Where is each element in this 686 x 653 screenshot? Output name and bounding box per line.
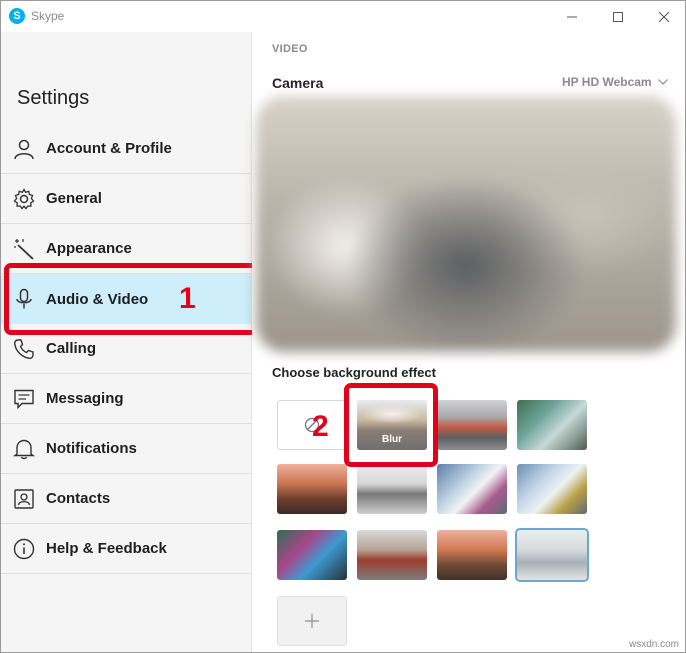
close-button[interactable] bbox=[641, 1, 685, 32]
sidebar-item-label: Contacts bbox=[46, 490, 111, 507]
background-street-2-option[interactable] bbox=[437, 530, 507, 580]
skype-window: S Skype Settings Account & Profile Gener… bbox=[0, 0, 686, 653]
sidebar-item-label: Help & Feedback bbox=[46, 540, 167, 557]
info-icon bbox=[12, 537, 36, 561]
sidebar-item-label: Notifications bbox=[46, 440, 137, 457]
title-bar: S Skype bbox=[1, 1, 685, 32]
sidebar-item-appearance[interactable]: Appearance bbox=[1, 224, 251, 274]
background-blur-option[interactable]: Blur bbox=[357, 400, 427, 450]
section-title-video: VIDEO bbox=[272, 43, 308, 55]
sidebar-item-label: Appearance bbox=[46, 240, 132, 257]
background-room-1-option[interactable] bbox=[357, 464, 427, 514]
window-title: Skype bbox=[31, 9, 65, 23]
sidebar-item-general[interactable]: General bbox=[1, 174, 251, 224]
annotation-number-1: 1 bbox=[179, 282, 196, 315]
background-office-1-option[interactable] bbox=[437, 400, 507, 450]
camera-preview bbox=[256, 96, 676, 352]
sidebar-item-label: Audio & Video bbox=[46, 290, 149, 308]
sidebar-item-contacts[interactable]: Contacts bbox=[1, 474, 251, 524]
chat-icon bbox=[12, 387, 36, 411]
sidebar-item-messaging[interactable]: Messaging bbox=[1, 374, 251, 424]
close-icon bbox=[659, 11, 669, 22]
maximize-icon bbox=[613, 11, 623, 22]
phone-icon bbox=[12, 337, 36, 361]
sidebar-item-calling[interactable]: Calling bbox=[1, 324, 251, 374]
plus-icon bbox=[305, 614, 319, 628]
camera-label: Camera bbox=[272, 75, 324, 91]
settings-sidebar: Settings Account & Profile General Appea… bbox=[1, 32, 252, 652]
minimize-icon bbox=[567, 16, 577, 17]
sidebar-item-label: General bbox=[46, 190, 102, 207]
settings-title: Settings bbox=[17, 87, 90, 109]
sidebar-item-audio-video[interactable]: Audio & Video bbox=[1, 274, 251, 324]
magic-wand-icon bbox=[12, 237, 36, 261]
sidebar-item-label: Calling bbox=[46, 340, 97, 357]
gear-icon bbox=[12, 187, 36, 211]
sidebar-item-label: Messaging bbox=[46, 390, 124, 407]
background-game-1-option[interactable] bbox=[437, 464, 507, 514]
blur-option-label: Blur bbox=[382, 434, 402, 445]
watermark: wsxdn.com bbox=[628, 639, 679, 650]
background-office-3-option[interactable] bbox=[357, 530, 427, 580]
minimize-button[interactable] bbox=[549, 1, 595, 32]
person-icon bbox=[12, 137, 36, 161]
background-arcade-option[interactable] bbox=[277, 530, 347, 580]
video-settings-panel: VIDEO Camera HP HD Webcam Choose backgro… bbox=[252, 32, 685, 652]
sidebar-item-account-profile[interactable]: Account & Profile bbox=[1, 124, 251, 174]
annotation-number-2: 2 bbox=[312, 410, 329, 443]
bell-icon bbox=[12, 437, 36, 461]
contact-card-icon bbox=[12, 487, 36, 511]
chevron-down-icon bbox=[657, 79, 668, 85]
sidebar-item-label: Account & Profile bbox=[46, 140, 172, 157]
sidebar-item-help-feedback[interactable]: Help & Feedback bbox=[1, 524, 251, 574]
background-street-1-option[interactable] bbox=[277, 464, 347, 514]
microphone-icon bbox=[12, 287, 36, 311]
camera-device-value: HP HD Webcam bbox=[562, 75, 652, 89]
sidebar-item-notifications[interactable]: Notifications bbox=[1, 424, 251, 474]
maximize-button[interactable] bbox=[595, 1, 641, 32]
background-room-2-option[interactable] bbox=[515, 528, 589, 582]
background-effect-label: Choose background effect bbox=[272, 365, 436, 380]
skype-logo-icon: S bbox=[9, 8, 25, 24]
add-background-button[interactable] bbox=[277, 596, 347, 646]
camera-device-dropdown[interactable]: HP HD Webcam bbox=[562, 75, 668, 89]
background-office-2-option[interactable] bbox=[517, 400, 587, 450]
background-game-2-option[interactable] bbox=[517, 464, 587, 514]
